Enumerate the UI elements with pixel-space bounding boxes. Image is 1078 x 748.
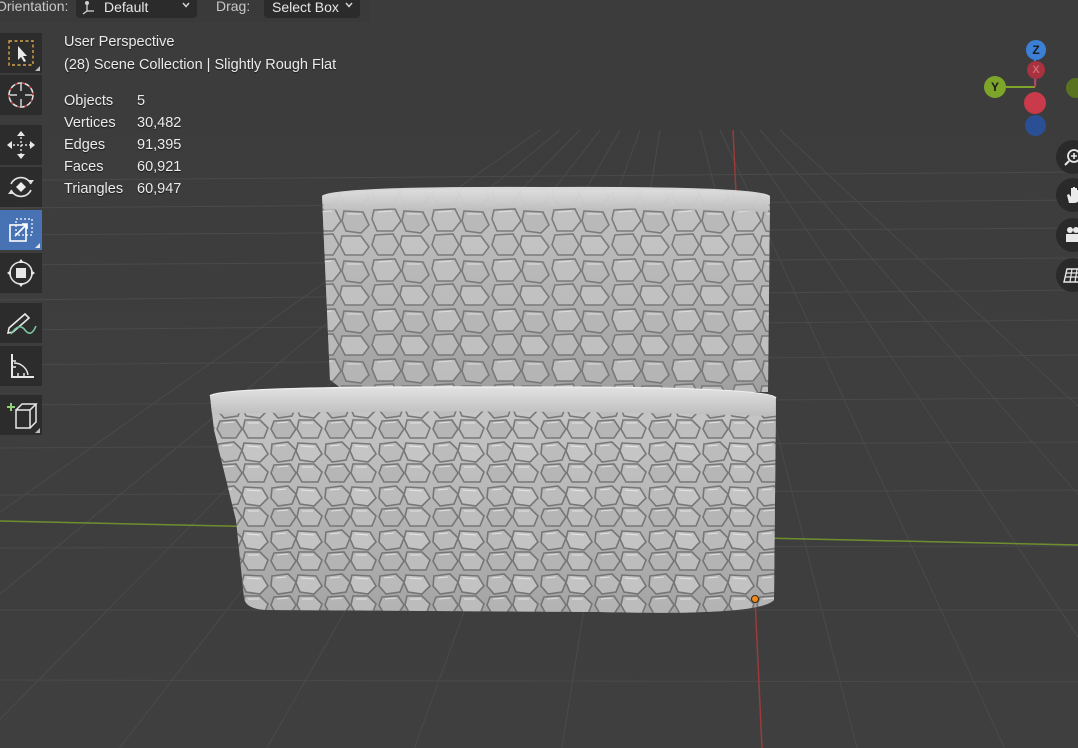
- back-stone-wall: [322, 186, 770, 392]
- gizmo-x-axis[interactable]: X: [1027, 61, 1045, 79]
- collection-info: (28) Scene Collection | Slightly Rough F…: [64, 57, 337, 73]
- hand-pan-icon: [1067, 187, 1078, 203]
- select-box-tool[interactable]: [0, 33, 42, 73]
- stat-edges-value: 91,395: [137, 137, 182, 153]
- camera-icon: [1066, 227, 1078, 242]
- front-stone-wall: [209, 386, 777, 613]
- stat-vertices-label: Vertices: [64, 115, 116, 131]
- gizmo-y-label: Y: [990, 80, 999, 94]
- zoom-icon: [1064, 149, 1078, 166]
- annotate-tool[interactable]: [0, 303, 42, 343]
- move-tool[interactable]: [0, 125, 42, 165]
- stat-faces-value: 60,921: [137, 159, 182, 175]
- orientation-label: Orientation:: [0, 0, 69, 14]
- transform-tool[interactable]: [0, 253, 42, 293]
- gizmo-x-label: X: [1032, 64, 1040, 76]
- measure-icon: [11, 354, 34, 378]
- add-cube-tool[interactable]: [0, 395, 42, 435]
- rotate-icon: [8, 176, 34, 198]
- 3d-viewport[interactable]: [0, 0, 1078, 748]
- scale-icon: [9, 218, 33, 242]
- select-box-icon: [8, 40, 34, 66]
- gizmo-z-axis[interactable]: Z: [1026, 40, 1046, 60]
- stat-vertices-value: 30,482: [137, 115, 182, 131]
- annotate-icon: [6, 312, 37, 335]
- stat-objects-label: Objects: [64, 93, 114, 109]
- drag-dropdown[interactable]: Select Box: [264, 0, 360, 18]
- stat-triangles-value: 60,947: [137, 181, 182, 197]
- view-name: User Perspective: [64, 34, 175, 50]
- stat-objects-value: 5: [137, 93, 146, 109]
- chevron-down-icon: [345, 2, 353, 8]
- drag-value: Select Box: [272, 0, 339, 15]
- ortho-grid-icon: [1063, 268, 1078, 283]
- viewport-scene: [0, 0, 1078, 748]
- add-cube-icon: [7, 403, 38, 429]
- orientation-value: Default: [104, 0, 149, 15]
- gizmo-negative-x[interactable]: [1024, 92, 1046, 114]
- rotate-tool[interactable]: [0, 167, 42, 207]
- orientation-icon: [82, 1, 94, 15]
- cursor-icon: [8, 82, 34, 108]
- move-icon: [7, 131, 35, 159]
- gizmo-y-axis[interactable]: Y: [984, 76, 1006, 98]
- gizmo-negative-z[interactable]: [1025, 115, 1046, 136]
- origin-point: [751, 595, 759, 603]
- drag-label: Drag:: [216, 0, 251, 14]
- stat-faces-label: Faces: [64, 159, 104, 175]
- chevron-down-icon: [182, 2, 190, 8]
- measure-tool[interactable]: [0, 346, 42, 386]
- stat-edges-label: Edges: [64, 137, 106, 153]
- orientation-dropdown[interactable]: Default: [76, 0, 197, 18]
- cursor-tool[interactable]: [0, 75, 42, 115]
- transform-icon: [7, 259, 35, 287]
- stat-triangles-label: Triangles: [64, 181, 124, 197]
- gizmo-z-label: Z: [1032, 43, 1040, 57]
- scale-tool[interactable]: [0, 210, 42, 250]
